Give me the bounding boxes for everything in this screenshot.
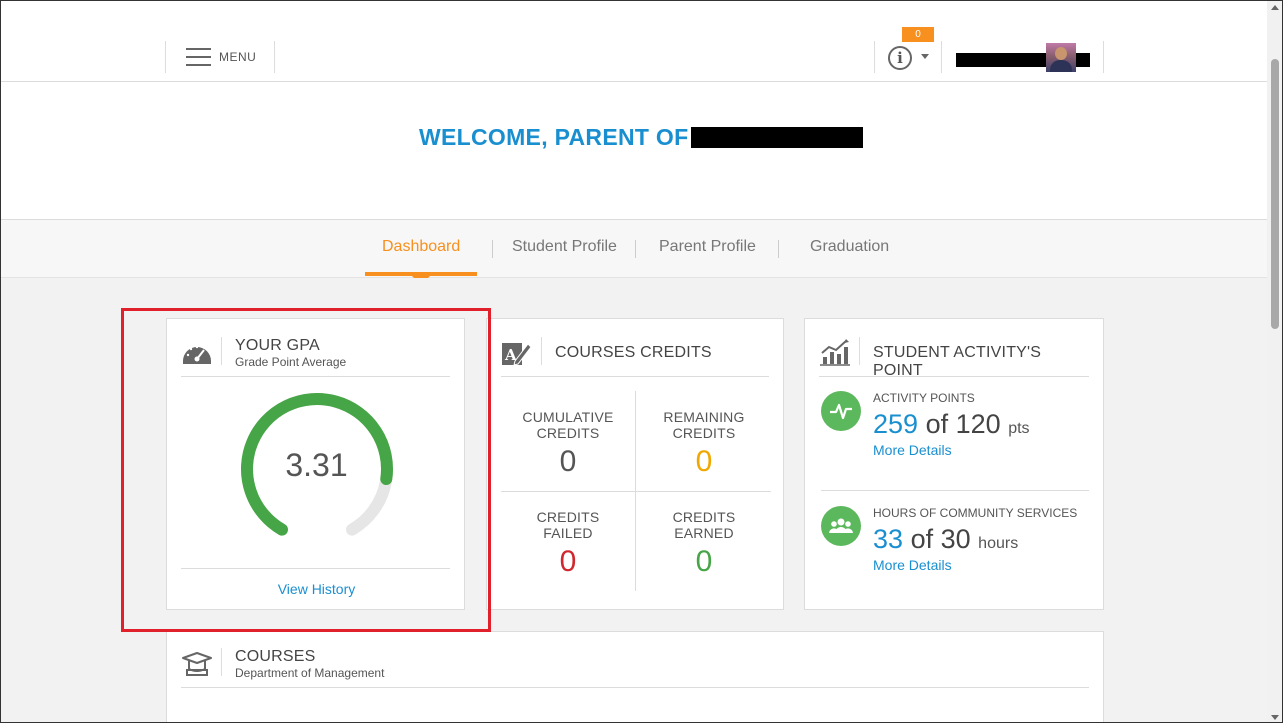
- credits-earned-label: CREDITS EARNED: [637, 509, 771, 541]
- courses-card-header: COURSES Department of Management: [181, 648, 1089, 688]
- header-divider: [221, 337, 222, 365]
- grid-divider-horizontal: [501, 491, 771, 492]
- label-line2: CREDITS: [672, 425, 736, 441]
- growth-chart-icon: [820, 339, 850, 366]
- gpa-card-header: YOUR GPA Grade Point Average: [181, 337, 450, 377]
- credits-cumulative-label: CUMULATIVE CREDITS: [501, 409, 635, 441]
- activity-points-more-details-link[interactable]: More Details: [873, 442, 1030, 458]
- credits-earned-value: 0: [695, 545, 713, 578]
- of-text: of: [925, 409, 949, 439]
- tab-divider: [635, 240, 636, 258]
- browser-frame: MENU 0 i WELCOME, PARENT OF Dashboard St…: [0, 0, 1283, 723]
- courses-subtitle: Department of Management: [235, 666, 385, 680]
- activity-points-card: STUDENT ACTIVITY'S POINT ACTIVITY POINTS…: [804, 318, 1104, 610]
- activity-title: STUDENT ACTIVITY'S POINT: [873, 344, 1042, 379]
- courses-card: COURSES Department of Management: [166, 631, 1104, 722]
- courses-heading: COURSES Department of Management: [235, 648, 384, 680]
- graduation-cap-icon: [182, 652, 212, 676]
- courses-credits-card: A COURSES CREDITS CUMULATIVE CREDITS 0 R…: [486, 318, 784, 610]
- community-hours-total: 30: [940, 524, 971, 554]
- header-divider: [859, 337, 860, 365]
- courses-title: COURSES: [235, 648, 316, 665]
- user-menu[interactable]: [942, 41, 1104, 73]
- credits-cumulative-value: 0: [559, 445, 577, 478]
- credits-cumulative: CUMULATIVE CREDITS 0: [501, 409, 635, 479]
- top-navbar: MENU 0 i: [1, 1, 1267, 82]
- label-line1: CREDITS: [536, 509, 600, 525]
- avatar[interactable]: [1046, 43, 1076, 72]
- tab-student-profile[interactable]: Student Profile: [512, 238, 617, 256]
- info-icon[interactable]: i: [888, 46, 912, 70]
- credits-failed: CREDITS FAILED 0: [501, 509, 635, 579]
- label-line2: CREDITS: [536, 425, 600, 441]
- tab-divider: [778, 240, 779, 258]
- tab-bar: Dashboard Student Profile Parent Profile…: [1, 220, 1267, 285]
- tab-dashboard[interactable]: Dashboard: [382, 238, 460, 256]
- gpa-heading: YOUR GPA Grade Point Average: [235, 337, 346, 369]
- menu-button[interactable]: MENU: [165, 41, 275, 73]
- notifications-dropdown[interactable]: 0 i: [874, 27, 942, 73]
- of-text: of: [910, 524, 934, 554]
- caret-down-icon[interactable]: [921, 54, 929, 59]
- tab-graduation[interactable]: Graduation: [810, 238, 889, 256]
- tab-divider: [492, 240, 493, 258]
- label-line2: EARNED: [674, 525, 734, 541]
- dashboard-content: YOUR GPA Grade Point Average 3.31 View H…: [1, 278, 1267, 722]
- scroll-up-arrow-icon[interactable]: [1271, 5, 1279, 10]
- credits-failed-value: 0: [559, 545, 577, 578]
- label-line2: FAILED: [543, 525, 593, 541]
- gpa-value: 3.31: [285, 447, 348, 483]
- credits-grid: CUMULATIVE CREDITS 0 REMAINING CREDITS 0…: [501, 391, 771, 591]
- grade-paper-icon: A: [502, 343, 532, 366]
- label-line1: REMAINING: [663, 409, 745, 425]
- pulse-icon: [821, 391, 861, 431]
- hamburger-icon: [186, 48, 211, 66]
- community-service-text: HOURS OF COMMUNITY SERVICES 33 of 30 hou…: [873, 506, 1077, 573]
- credits-card-header: A COURSES CREDITS: [501, 337, 769, 377]
- activity-points-total: 120: [955, 409, 1001, 439]
- scroll-down-arrow-icon[interactable]: [1271, 715, 1279, 720]
- label-line1: CUMULATIVE: [522, 409, 614, 425]
- activity-heading: STUDENT ACTIVITY'S POINT: [873, 344, 1089, 380]
- community-service-line: 33 of 30 hours: [873, 524, 1077, 555]
- activity-divider: [821, 490, 1089, 491]
- scroll-thumb[interactable]: [1271, 59, 1279, 329]
- activity-card-header: STUDENT ACTIVITY'S POINT: [819, 337, 1089, 380]
- gpa-footer-divider: [181, 568, 450, 569]
- welcome-banner: WELCOME, PARENT OF: [1, 82, 1267, 220]
- redacted-student-name: [691, 127, 863, 148]
- credits-remaining-value: 0: [695, 445, 713, 478]
- activity-points-line: 259 of 120 pts: [873, 409, 1030, 440]
- activity-points-label: ACTIVITY POINTS: [873, 391, 975, 405]
- gpa-title: YOUR GPA: [235, 337, 320, 354]
- activity-points-current: 259: [873, 409, 919, 439]
- view-history-link[interactable]: View History: [167, 581, 466, 597]
- credits-remaining: REMAINING CREDITS 0: [637, 409, 771, 479]
- community-more-details-link[interactable]: More Details: [873, 557, 1077, 573]
- header-divider: [221, 648, 222, 676]
- activity-points-unit: pts: [1008, 420, 1030, 437]
- welcome-title: WELCOME, PARENT OF: [419, 124, 689, 150]
- credits-remaining-label: REMAINING CREDITS: [637, 409, 771, 441]
- credits-earned: CREDITS EARNED 0: [637, 509, 771, 579]
- group-people-icon: [821, 506, 861, 546]
- menu-label: MENU: [219, 50, 257, 64]
- label-line1: CREDITS: [672, 509, 736, 525]
- tab-parent-profile[interactable]: Parent Profile: [659, 238, 756, 256]
- credits-failed-label: CREDITS FAILED: [501, 509, 635, 541]
- gpa-card: YOUR GPA Grade Point Average 3.31 View H…: [166, 318, 465, 610]
- header-divider: [541, 337, 542, 365]
- credits-heading: COURSES CREDITS: [555, 344, 712, 362]
- speedometer-icon: [183, 345, 211, 364]
- scrollbar[interactable]: [1267, 1, 1282, 722]
- community-service-label: HOURS OF COMMUNITY SERVICES: [873, 506, 1078, 520]
- notification-badge: 0: [902, 27, 934, 42]
- community-hours-current: 33: [873, 524, 904, 554]
- credits-title: COURSES CREDITS: [555, 344, 712, 361]
- gpa-subtitle: Grade Point Average: [235, 355, 347, 369]
- activity-points-text: ACTIVITY POINTS 259 of 120 pts More Deta…: [873, 391, 1030, 458]
- community-hours-unit: hours: [978, 535, 1019, 552]
